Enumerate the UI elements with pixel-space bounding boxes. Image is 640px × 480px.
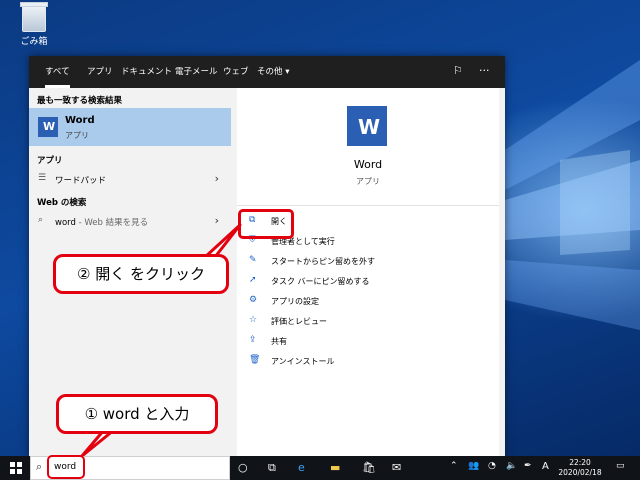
pen-icon[interactable]: ✒ <box>524 461 532 471</box>
search-icon: ⌕ <box>38 215 44 225</box>
list-item-wordpad[interactable]: ☰ ワードパッド › <box>29 168 231 192</box>
recycle-bin[interactable]: ごみ箱 <box>14 2 54 47</box>
rate-icon: ☆ <box>249 315 258 325</box>
web-heading: Web の検索 <box>37 198 87 208</box>
tab-web[interactable]: ウェブ <box>223 56 249 88</box>
ime-indicator[interactable]: A <box>542 461 549 472</box>
wordpad-icon: ☰ <box>38 173 47 183</box>
clock-time: 22:20 <box>569 458 591 467</box>
clock-date: 2020/02/18 <box>558 468 602 477</box>
gear-icon: ⚙ <box>249 295 258 305</box>
file-explorer-icon[interactable]: ▬ <box>330 461 340 474</box>
web-sub: - Web 結果を見る <box>75 218 149 228</box>
best-match-word[interactable]: W Word アプリ <box>29 108 231 146</box>
chevron-up-icon[interactable]: ⌃ <box>450 461 458 471</box>
recycle-bin-label: ごみ箱 <box>20 37 48 47</box>
recycle-bin-icon <box>20 2 48 32</box>
store-icon[interactable]: 🛍 <box>362 461 376 474</box>
volume-icon[interactable]: 🔈 <box>506 461 517 471</box>
apps-heading: アプリ <box>37 156 63 166</box>
trash-icon: 🗑 <box>249 355 261 365</box>
cortana-icon[interactable]: ○ <box>238 461 248 474</box>
search-tabs: すべて アプリ ドキュメント 電子メール ウェブ その他 ▾ ⚐ ··· <box>29 56 505 88</box>
word-icon-large: W <box>347 106 387 146</box>
preview-pane: W Word アプリ ⧉ 開く ⛨ 管理者として実行 ✎ スタートからピン留めを外す … <box>237 88 499 456</box>
mail-icon[interactable]: ✉ <box>392 461 401 474</box>
tab-apps[interactable]: アプリ <box>87 56 113 88</box>
chevron-right-icon[interactable]: › <box>215 172 219 185</box>
web-query: word <box>55 218 76 228</box>
unpin-start-icon: ✎ <box>249 255 257 265</box>
callout-step-1: ① word と入力 <box>56 394 218 434</box>
more-options-icon[interactable]: ··· <box>479 64 490 77</box>
callout-step-2: ② 開く をクリック <box>53 254 229 294</box>
task-view-icon[interactable]: ⧉ <box>268 461 276 475</box>
pin-taskbar-icon: ➚ <box>249 275 257 285</box>
share-icon: ⇪ <box>249 335 257 345</box>
clock[interactable]: 22:20 2020/02/18 <box>556 458 604 478</box>
best-match-heading: 最も一致する検索結果 <box>37 96 123 106</box>
feedback-icon[interactable]: ⚐ <box>453 64 463 77</box>
search-icon: ⌕ <box>36 460 43 473</box>
divider <box>237 205 499 206</box>
best-match-type: アプリ <box>65 131 89 140</box>
tab-all[interactable]: すべて <box>45 56 70 88</box>
tab-email[interactable]: 電子メール <box>175 56 218 88</box>
search-input-highlight <box>47 455 85 479</box>
wifi-icon[interactable]: ◔ <box>488 461 496 471</box>
preview-app-type: アプリ <box>356 177 380 186</box>
tab-documents[interactable]: ドキュメント <box>121 56 172 88</box>
best-match-name: Word <box>65 115 95 126</box>
windows-start-icon[interactable] <box>10 462 22 474</box>
word-icon: W <box>38 117 58 137</box>
people-icon[interactable]: 👥 <box>468 461 479 471</box>
wordpad-label: ワードパッド <box>55 176 107 186</box>
tab-more[interactable]: その他 ▾ <box>257 56 289 88</box>
notification-icon[interactable]: ▭ <box>616 461 625 471</box>
preview-app-name: Word <box>353 158 383 171</box>
edge-icon[interactable]: e <box>298 461 305 474</box>
